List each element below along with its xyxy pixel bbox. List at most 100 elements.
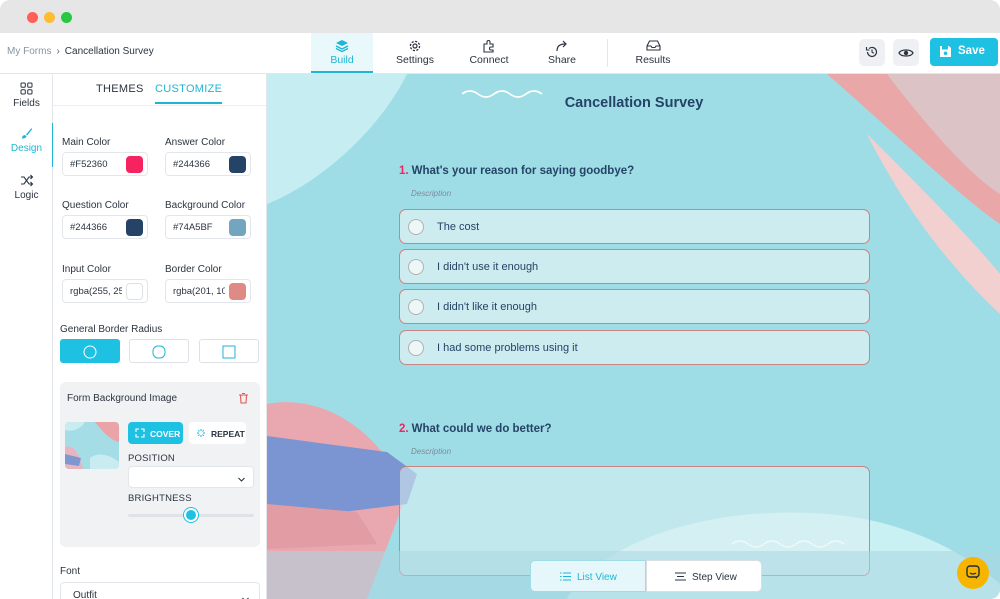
- window-titlebar: [0, 0, 1000, 33]
- font-select[interactable]: Outfit: [60, 582, 260, 599]
- tab-build[interactable]: Build: [311, 33, 373, 73]
- question-2-number: 2.: [399, 423, 409, 435]
- answer-color-swatch[interactable]: [229, 156, 246, 173]
- repeat-button[interactable]: REPEAT: [189, 422, 246, 444]
- tab-connect-label: Connect: [469, 54, 509, 66]
- option-3-label: I didn't like it enough: [437, 301, 537, 313]
- option-2[interactable]: I didn't use it enough: [399, 249, 870, 284]
- step-view-button[interactable]: Step View: [646, 560, 762, 592]
- form-title[interactable]: Cancellation Survey: [534, 95, 734, 111]
- background-color-input[interactable]: #74A5BF: [165, 215, 251, 239]
- main-color-input[interactable]: #F52360: [62, 152, 148, 176]
- header-divider: [607, 39, 608, 67]
- rail-label-fields: Fields: [13, 98, 40, 109]
- option-1-label: The cost: [437, 221, 480, 233]
- radius-square-button[interactable]: [199, 339, 259, 363]
- input-color-swatch[interactable]: [126, 283, 143, 300]
- rail-item-fields[interactable]: Fields: [0, 78, 53, 122]
- breadcrumb-current: Cancellation Survey: [64, 46, 154, 57]
- border-color-input[interactable]: rgba(201, 100, 100, 1): [165, 279, 251, 303]
- close-window-button[interactable]: [27, 12, 38, 23]
- position-label: POSITION: [128, 453, 175, 464]
- background-thumbnail[interactable]: [65, 422, 119, 469]
- list-view-label: List View: [577, 572, 617, 583]
- brush-icon: [0, 123, 53, 141]
- input-color-input[interactable]: rgba(255, 255, 255, 1): [62, 279, 148, 303]
- form-canvas: Cancellation Survey 1. What's your reason…: [267, 74, 1000, 599]
- border-color-value: rgba(201, 100, 100, 1): [173, 286, 225, 297]
- design-panel: THEMES CUSTOMIZE Main Color #F52360 Answ…: [53, 74, 267, 599]
- maximize-window-button[interactable]: [61, 12, 72, 23]
- option-2-label: I didn't use it enough: [437, 261, 539, 273]
- answer-color-input[interactable]: #244366: [165, 152, 251, 176]
- border-color-swatch[interactable]: [229, 283, 246, 300]
- preview-button[interactable]: [893, 39, 919, 66]
- input-color-label: Input Color: [62, 264, 111, 275]
- font-label: Font: [60, 566, 81, 577]
- tab-themes[interactable]: THEMES: [96, 83, 144, 102]
- main-color-value: #F52360: [70, 159, 108, 170]
- rail-item-logic[interactable]: Logic: [0, 170, 53, 214]
- answer-color-value: #244366: [173, 159, 210, 170]
- history-icon: [865, 45, 879, 64]
- cover-button[interactable]: COVER: [128, 422, 183, 444]
- shuffle-icon: [0, 170, 53, 188]
- tab-settings[interactable]: Settings: [385, 33, 445, 73]
- question-color-swatch[interactable]: [126, 219, 143, 236]
- font-value: Outfit: [73, 590, 97, 599]
- background-color-swatch[interactable]: [229, 219, 246, 236]
- brightness-slider-handle[interactable]: [184, 508, 198, 522]
- chevron-down-icon: [237, 471, 246, 489]
- position-select[interactable]: [128, 466, 254, 488]
- option-1[interactable]: The cost: [399, 209, 870, 244]
- tab-connect[interactable]: Connect: [458, 33, 520, 73]
- tab-share[interactable]: Share: [536, 33, 588, 73]
- radius-semi-round-button[interactable]: [129, 339, 189, 363]
- cover-label: COVER: [150, 429, 181, 439]
- rail-label-logic: Logic: [14, 190, 39, 201]
- circle-shape-icon: [83, 345, 97, 359]
- option-3[interactable]: I didn't like it enough: [399, 289, 870, 324]
- chat-icon: [966, 565, 980, 585]
- tab-build-label: Build: [330, 54, 354, 66]
- breadcrumb-root[interactable]: My Forms: [7, 46, 51, 57]
- history-button[interactable]: [859, 39, 885, 66]
- minimize-window-button[interactable]: [44, 12, 55, 23]
- top-header: My Forms › Cancellation Survey Build Setti…: [0, 33, 1000, 74]
- tab-results[interactable]: Results: [628, 33, 678, 73]
- question-2-title[interactable]: 2. What could we do better?: [399, 423, 552, 435]
- gear-icon: [385, 33, 445, 52]
- tab-share-label: Share: [547, 54, 577, 66]
- list-view-button[interactable]: List View: [530, 560, 646, 592]
- option-1-radio[interactable]: [408, 219, 424, 235]
- rail-item-design[interactable]: Design: [0, 123, 54, 167]
- option-3-radio[interactable]: [408, 299, 424, 315]
- tab-customize[interactable]: CUSTOMIZE: [155, 83, 223, 104]
- radius-round-button[interactable]: [60, 339, 120, 363]
- option-2-radio[interactable]: [408, 259, 424, 275]
- question-2-text: What could we do better?: [411, 423, 552, 435]
- steps-icon: [675, 572, 686, 584]
- option-4[interactable]: I had some problems using it: [399, 330, 870, 365]
- rounded-square-shape-icon: [152, 345, 166, 359]
- question-color-label: Question Color: [62, 200, 129, 211]
- border-radius-label: General Border Radius: [60, 324, 163, 335]
- rail-label-design: Design: [10, 143, 43, 154]
- chat-support-button[interactable]: [957, 557, 989, 589]
- question-1-description[interactable]: Description: [411, 189, 451, 198]
- eye-icon: [898, 46, 914, 64]
- tab-settings-label: Settings: [396, 54, 434, 66]
- question-2-description[interactable]: Description: [411, 447, 451, 456]
- save-icon: [939, 45, 952, 61]
- background-color-value: #74A5BF: [173, 222, 213, 233]
- option-4-radio[interactable]: [408, 340, 424, 356]
- main-color-swatch[interactable]: [126, 156, 143, 173]
- tab-results-label: Results: [635, 54, 671, 66]
- share-arrow-icon: [536, 33, 588, 52]
- trash-icon[interactable]: [238, 391, 249, 409]
- save-button[interactable]: Save: [930, 38, 998, 66]
- question-1-title[interactable]: 1. What's your reason for saying goodbye?: [399, 165, 634, 177]
- question-color-input[interactable]: #244366: [62, 215, 148, 239]
- panel-tab-divider: [53, 105, 266, 106]
- breadcrumb: My Forms › Cancellation Survey: [7, 46, 154, 57]
